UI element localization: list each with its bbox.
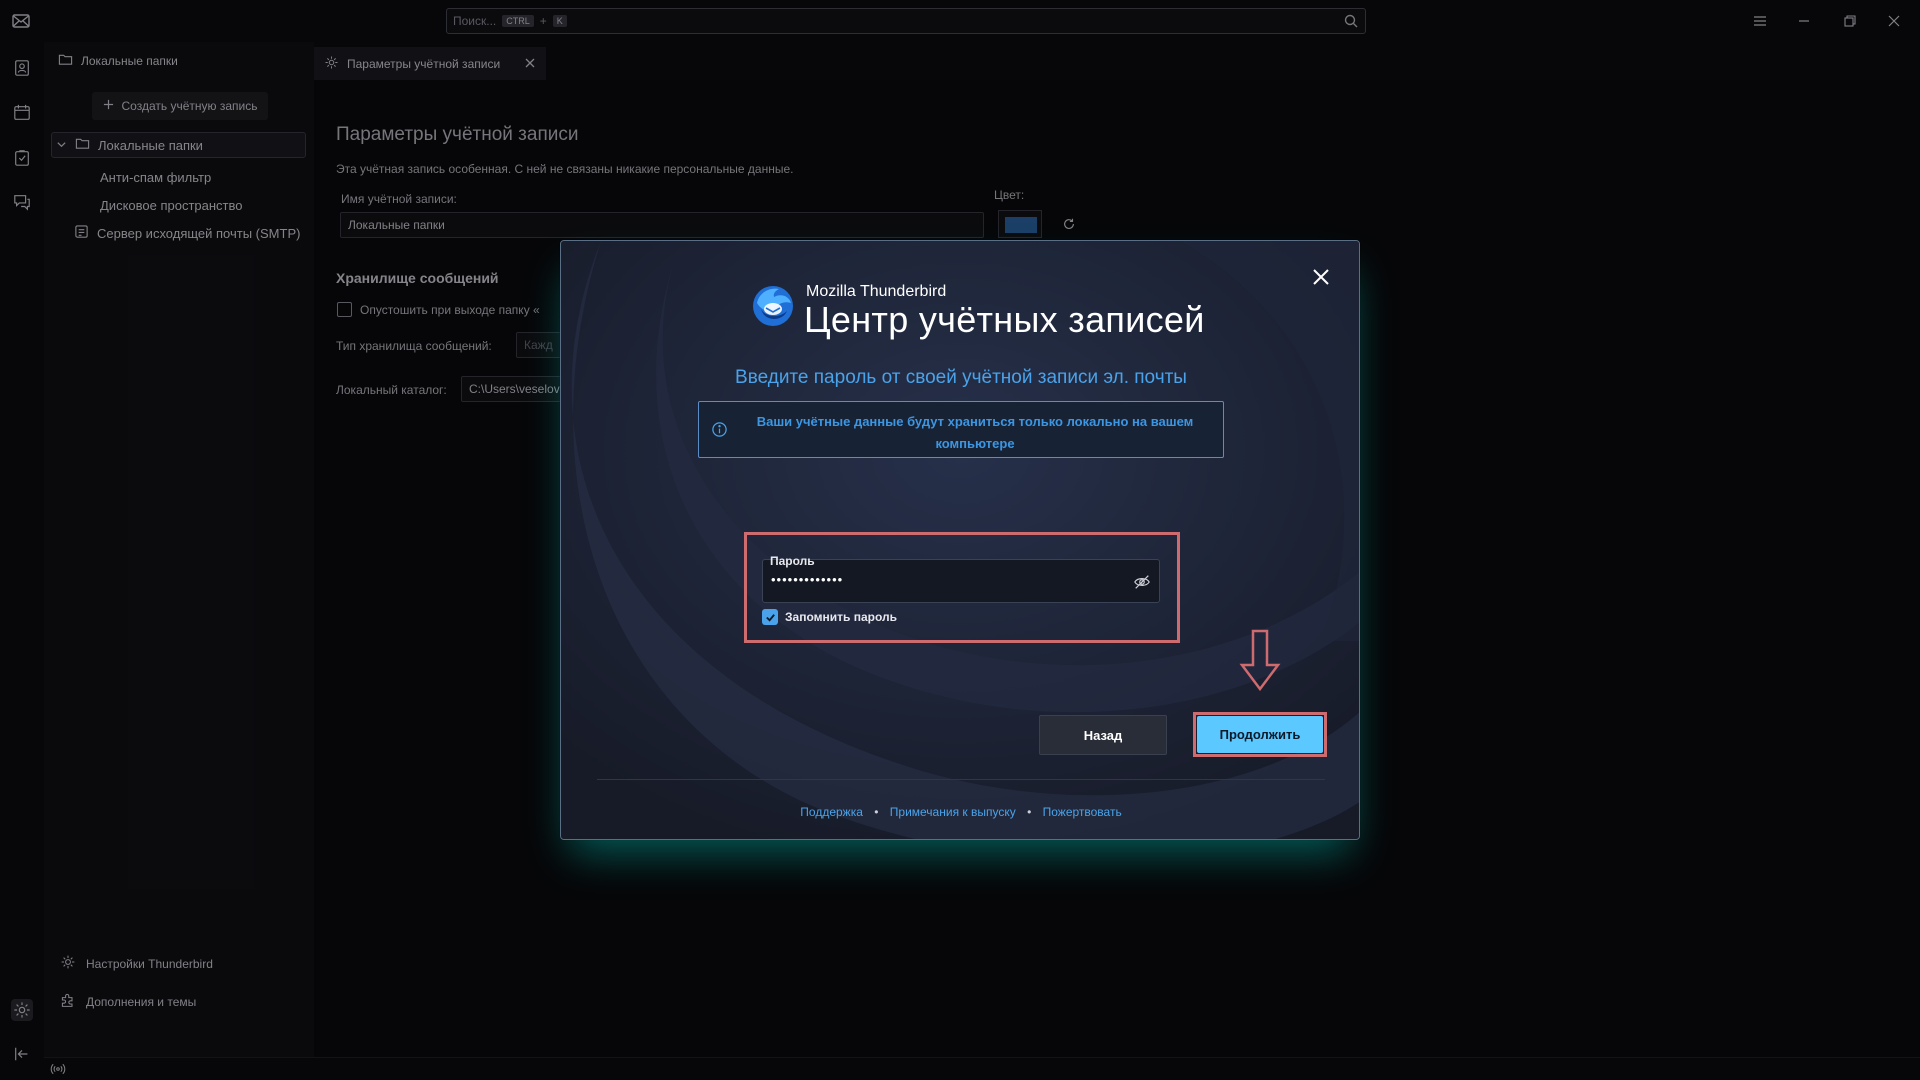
show-password-icon[interactable] (1133, 573, 1151, 591)
password-value: ••••••••••••• (771, 572, 844, 587)
info-icon (711, 421, 728, 438)
dialog-headline: Введите пароль от своей учётной записи э… (735, 367, 1187, 388)
dialog-title: Центр учётных записей (804, 299, 1205, 340)
continue-button[interactable]: Продолжить (1197, 716, 1323, 753)
dialog-footer: Поддержка • Примечания к выпуску • Пожер… (561, 805, 1359, 819)
close-dialog-icon[interactable] (1309, 265, 1333, 289)
footer-separator: • (874, 805, 879, 819)
back-button[interactable]: Назад (1039, 715, 1167, 755)
account-hub-dialog: Mozilla Thunderbird Центр учётных записе… (560, 240, 1360, 840)
release-notes-link[interactable]: Примечания к выпуску (890, 805, 1016, 819)
info-notification: Ваши учётные данные будут храниться толь… (698, 401, 1224, 458)
remember-password-option[interactable]: Запомнить пароль (762, 609, 897, 625)
arrow-down-icon (1239, 629, 1281, 692)
footer-separator: • (1027, 805, 1032, 819)
dialog-divider (597, 779, 1325, 780)
donate-link[interactable]: Пожертвовать (1043, 805, 1122, 819)
remember-password-label: Запомнить пароль (785, 610, 897, 624)
password-input[interactable]: ••••••••••••• (762, 559, 1160, 603)
password-label: Пароль (770, 554, 815, 568)
support-link[interactable]: Поддержка (800, 805, 863, 819)
thunderbird-logo-icon (749, 281, 797, 329)
info-message: Ваши учётные данные будут храниться толь… (756, 414, 1194, 451)
remember-password-checkbox[interactable] (762, 609, 778, 625)
